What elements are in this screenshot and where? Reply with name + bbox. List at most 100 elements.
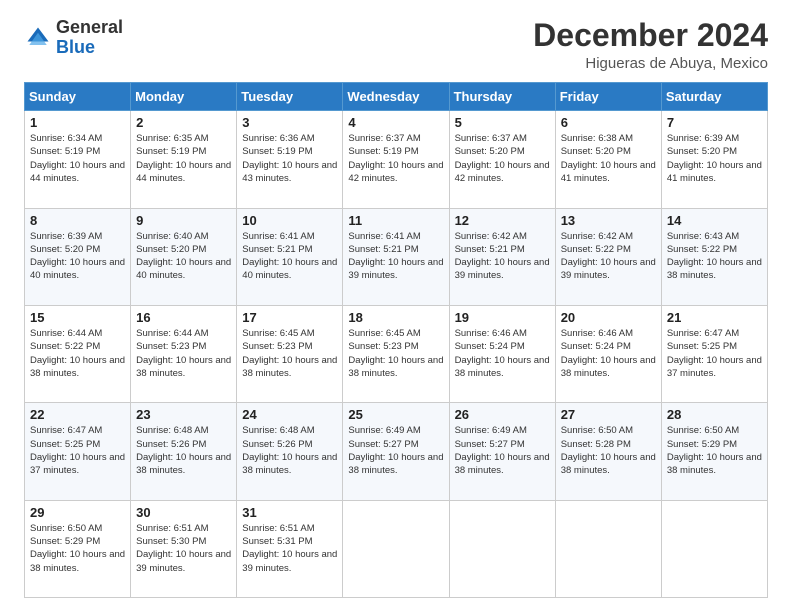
day-number: 7	[667, 115, 762, 130]
day-info: Sunrise: 6:50 AMSunset: 5:29 PMDaylight:…	[667, 424, 762, 477]
day-number: 10	[242, 213, 337, 228]
calendar-cell: 29 Sunrise: 6:50 AMSunset: 5:29 PMDaylig…	[25, 500, 131, 597]
day-info: Sunrise: 6:48 AMSunset: 5:26 PMDaylight:…	[242, 424, 337, 477]
day-info: Sunrise: 6:40 AMSunset: 5:20 PMDaylight:…	[136, 230, 231, 283]
day-info: Sunrise: 6:47 AMSunset: 5:25 PMDaylight:…	[30, 424, 125, 477]
logo-blue-text: Blue	[56, 37, 95, 57]
day-number: 24	[242, 407, 337, 422]
calendar-cell: 2 Sunrise: 6:35 AMSunset: 5:19 PMDayligh…	[131, 111, 237, 208]
day-info: Sunrise: 6:49 AMSunset: 5:27 PMDaylight:…	[348, 424, 443, 477]
day-info: Sunrise: 6:45 AMSunset: 5:23 PMDaylight:…	[348, 327, 443, 380]
calendar-cell: 4 Sunrise: 6:37 AMSunset: 5:19 PMDayligh…	[343, 111, 449, 208]
calendar-cell	[661, 500, 767, 597]
day-number: 27	[561, 407, 656, 422]
title-block: December 2024 Higueras de Abuya, Mexico	[533, 18, 768, 72]
calendar-week-1: 1 Sunrise: 6:34 AMSunset: 5:19 PMDayligh…	[25, 111, 768, 208]
calendar-cell: 1 Sunrise: 6:34 AMSunset: 5:19 PMDayligh…	[25, 111, 131, 208]
calendar-cell: 22 Sunrise: 6:47 AMSunset: 5:25 PMDaylig…	[25, 403, 131, 500]
calendar-cell: 30 Sunrise: 6:51 AMSunset: 5:30 PMDaylig…	[131, 500, 237, 597]
calendar-dow-monday: Monday	[131, 83, 237, 111]
calendar-cell: 20 Sunrise: 6:46 AMSunset: 5:24 PMDaylig…	[555, 305, 661, 402]
day-info: Sunrise: 6:35 AMSunset: 5:19 PMDaylight:…	[136, 132, 231, 185]
day-info: Sunrise: 6:34 AMSunset: 5:19 PMDaylight:…	[30, 132, 125, 185]
day-number: 6	[561, 115, 656, 130]
calendar-cell: 3 Sunrise: 6:36 AMSunset: 5:19 PMDayligh…	[237, 111, 343, 208]
calendar-cell: 6 Sunrise: 6:38 AMSunset: 5:20 PMDayligh…	[555, 111, 661, 208]
day-number: 31	[242, 505, 337, 520]
calendar-week-3: 15 Sunrise: 6:44 AMSunset: 5:22 PMDaylig…	[25, 305, 768, 402]
day-info: Sunrise: 6:50 AMSunset: 5:29 PMDaylight:…	[30, 522, 125, 575]
day-info: Sunrise: 6:37 AMSunset: 5:19 PMDaylight:…	[348, 132, 443, 185]
calendar-dow-wednesday: Wednesday	[343, 83, 449, 111]
day-number: 30	[136, 505, 231, 520]
day-number: 25	[348, 407, 443, 422]
calendar-week-4: 22 Sunrise: 6:47 AMSunset: 5:25 PMDaylig…	[25, 403, 768, 500]
day-info: Sunrise: 6:43 AMSunset: 5:22 PMDaylight:…	[667, 230, 762, 283]
calendar-dow-friday: Friday	[555, 83, 661, 111]
calendar-cell	[555, 500, 661, 597]
calendar-cell	[449, 500, 555, 597]
calendar-cell: 15 Sunrise: 6:44 AMSunset: 5:22 PMDaylig…	[25, 305, 131, 402]
day-info: Sunrise: 6:46 AMSunset: 5:24 PMDaylight:…	[455, 327, 550, 380]
day-info: Sunrise: 6:44 AMSunset: 5:23 PMDaylight:…	[136, 327, 231, 380]
day-info: Sunrise: 6:50 AMSunset: 5:28 PMDaylight:…	[561, 424, 656, 477]
day-number: 2	[136, 115, 231, 130]
calendar-cell: 8 Sunrise: 6:39 AMSunset: 5:20 PMDayligh…	[25, 208, 131, 305]
calendar-cell: 9 Sunrise: 6:40 AMSunset: 5:20 PMDayligh…	[131, 208, 237, 305]
day-number: 23	[136, 407, 231, 422]
calendar-cell: 17 Sunrise: 6:45 AMSunset: 5:23 PMDaylig…	[237, 305, 343, 402]
calendar-cell	[343, 500, 449, 597]
day-info: Sunrise: 6:45 AMSunset: 5:23 PMDaylight:…	[242, 327, 337, 380]
day-number: 16	[136, 310, 231, 325]
calendar-cell: 16 Sunrise: 6:44 AMSunset: 5:23 PMDaylig…	[131, 305, 237, 402]
day-number: 9	[136, 213, 231, 228]
calendar-cell: 19 Sunrise: 6:46 AMSunset: 5:24 PMDaylig…	[449, 305, 555, 402]
calendar-dow-saturday: Saturday	[661, 83, 767, 111]
day-number: 1	[30, 115, 125, 130]
day-number: 5	[455, 115, 550, 130]
day-number: 15	[30, 310, 125, 325]
day-info: Sunrise: 6:42 AMSunset: 5:22 PMDaylight:…	[561, 230, 656, 283]
calendar-cell: 23 Sunrise: 6:48 AMSunset: 5:26 PMDaylig…	[131, 403, 237, 500]
day-number: 29	[30, 505, 125, 520]
day-info: Sunrise: 6:39 AMSunset: 5:20 PMDaylight:…	[30, 230, 125, 283]
calendar-cell: 10 Sunrise: 6:41 AMSunset: 5:21 PMDaylig…	[237, 208, 343, 305]
day-info: Sunrise: 6:49 AMSunset: 5:27 PMDaylight:…	[455, 424, 550, 477]
calendar-dow-tuesday: Tuesday	[237, 83, 343, 111]
calendar-cell: 14 Sunrise: 6:43 AMSunset: 5:22 PMDaylig…	[661, 208, 767, 305]
calendar-dow-thursday: Thursday	[449, 83, 555, 111]
day-number: 21	[667, 310, 762, 325]
day-info: Sunrise: 6:46 AMSunset: 5:24 PMDaylight:…	[561, 327, 656, 380]
calendar-cell: 25 Sunrise: 6:49 AMSunset: 5:27 PMDaylig…	[343, 403, 449, 500]
day-number: 13	[561, 213, 656, 228]
day-info: Sunrise: 6:36 AMSunset: 5:19 PMDaylight:…	[242, 132, 337, 185]
calendar-cell: 26 Sunrise: 6:49 AMSunset: 5:27 PMDaylig…	[449, 403, 555, 500]
calendar-cell: 31 Sunrise: 6:51 AMSunset: 5:31 PMDaylig…	[237, 500, 343, 597]
calendar-week-5: 29 Sunrise: 6:50 AMSunset: 5:29 PMDaylig…	[25, 500, 768, 597]
day-info: Sunrise: 6:48 AMSunset: 5:26 PMDaylight:…	[136, 424, 231, 477]
day-number: 4	[348, 115, 443, 130]
calendar-cell: 13 Sunrise: 6:42 AMSunset: 5:22 PMDaylig…	[555, 208, 661, 305]
logo-general-text: General	[56, 17, 123, 37]
calendar-dow-sunday: Sunday	[25, 83, 131, 111]
day-number: 18	[348, 310, 443, 325]
page: General Blue December 2024 Higueras de A…	[0, 0, 792, 612]
day-info: Sunrise: 6:51 AMSunset: 5:31 PMDaylight:…	[242, 522, 337, 575]
calendar-cell: 27 Sunrise: 6:50 AMSunset: 5:28 PMDaylig…	[555, 403, 661, 500]
day-info: Sunrise: 6:44 AMSunset: 5:22 PMDaylight:…	[30, 327, 125, 380]
day-info: Sunrise: 6:39 AMSunset: 5:20 PMDaylight:…	[667, 132, 762, 185]
day-number: 14	[667, 213, 762, 228]
logo-text: General Blue	[56, 18, 123, 58]
day-info: Sunrise: 6:41 AMSunset: 5:21 PMDaylight:…	[242, 230, 337, 283]
day-number: 22	[30, 407, 125, 422]
location-subtitle: Higueras de Abuya, Mexico	[533, 55, 768, 72]
day-info: Sunrise: 6:37 AMSunset: 5:20 PMDaylight:…	[455, 132, 550, 185]
month-title: December 2024	[533, 18, 768, 53]
calendar-cell: 28 Sunrise: 6:50 AMSunset: 5:29 PMDaylig…	[661, 403, 767, 500]
calendar-header-row: SundayMondayTuesdayWednesdayThursdayFrid…	[25, 83, 768, 111]
day-number: 8	[30, 213, 125, 228]
calendar-cell: 24 Sunrise: 6:48 AMSunset: 5:26 PMDaylig…	[237, 403, 343, 500]
day-info: Sunrise: 6:41 AMSunset: 5:21 PMDaylight:…	[348, 230, 443, 283]
day-info: Sunrise: 6:51 AMSunset: 5:30 PMDaylight:…	[136, 522, 231, 575]
calendar-cell: 11 Sunrise: 6:41 AMSunset: 5:21 PMDaylig…	[343, 208, 449, 305]
